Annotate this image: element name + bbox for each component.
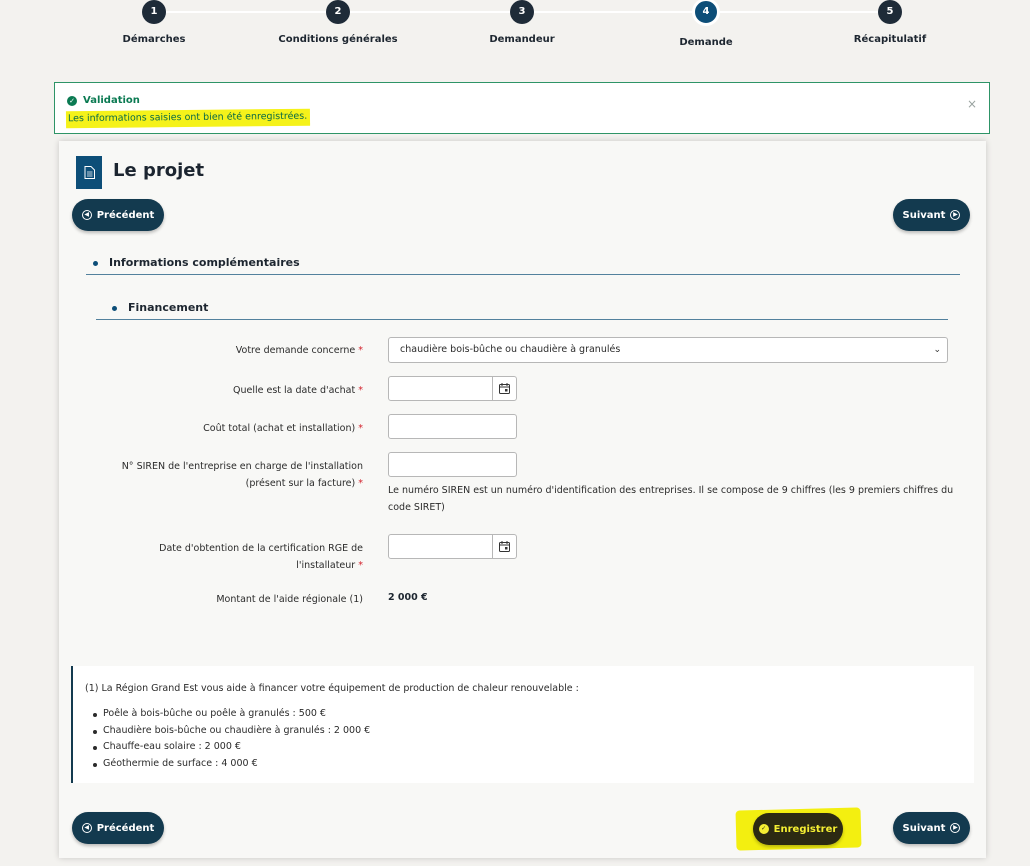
arrow-left-icon: ◀ xyxy=(81,210,92,220)
calendar-icon[interactable] xyxy=(492,377,516,400)
note-heading: (1) La Région Grand Est vous aide à fina… xyxy=(85,683,579,694)
previous-label: Précédent xyxy=(96,209,155,221)
arrow-right-icon: ▶ xyxy=(950,823,961,833)
required-mark: * xyxy=(358,385,363,396)
save-label: Enregistrer xyxy=(773,823,838,835)
step-4[interactable]: 4 Demande xyxy=(626,0,786,48)
step-1[interactable]: 1 Démarches xyxy=(74,0,234,45)
document-icon xyxy=(76,156,102,189)
purchase-date-field[interactable] xyxy=(388,376,517,401)
page-title: Le projet xyxy=(113,160,205,181)
step-1-number: 1 xyxy=(142,0,166,24)
step-3-label: Demandeur xyxy=(489,34,555,45)
required-mark: * xyxy=(358,423,363,434)
project-card: Le projet ◀ Précédent Suivant ▶ Informat… xyxy=(59,141,986,858)
step-4-label: Demande xyxy=(679,37,733,48)
step-3[interactable]: 3 Demandeur xyxy=(442,0,602,45)
rge-label-line2: l'installateur xyxy=(296,560,356,571)
rge-label: Date d'obtention de la certification RGE… xyxy=(159,540,363,574)
alert-title-text: Validation xyxy=(83,95,140,106)
step-3-number: 3 xyxy=(510,0,534,24)
siren-help-text: Le numéro SIREN est un numéro d'identifi… xyxy=(388,485,954,513)
step-5-label: Récapitulatif xyxy=(853,34,927,45)
step-2-label: Conditions générales xyxy=(278,34,398,45)
step-4-number: 4 xyxy=(692,0,720,26)
rge-label-line1: Date d'obtention de la certification RGE… xyxy=(159,543,363,554)
previous-label: Précédent xyxy=(96,822,155,834)
list-item: Géothermie de surface : 4 000 € xyxy=(92,756,370,773)
next-button-bottom[interactable]: Suivant ▶ xyxy=(893,812,970,844)
total-cost-label: Coût total (achat et installation) * xyxy=(203,420,363,437)
previous-button-bottom[interactable]: ◀ Précédent xyxy=(72,812,164,844)
check-circle-icon: ✓ xyxy=(67,95,77,106)
section-funding-heading: Financement xyxy=(111,301,209,314)
step-1-label: Démarches xyxy=(122,34,186,45)
total-cost-field[interactable] xyxy=(388,414,517,439)
section-info-heading: Informations complémentaires xyxy=(93,256,300,269)
chevron-down-icon: ⌄ xyxy=(933,345,941,355)
siren-label: N° SIREN de l'entreprise en charge de l'… xyxy=(122,458,363,492)
next-label: Suivant xyxy=(902,822,946,834)
arrow-left-icon: ◀ xyxy=(81,823,92,833)
save-button[interactable]: ✓ Enregistrer xyxy=(753,813,843,845)
required-mark: * xyxy=(358,478,363,489)
required-mark: * xyxy=(358,345,363,356)
aid-amount-label: Montant de l'aide régionale (1) xyxy=(216,594,363,605)
demand-label-text: Votre demande concerne xyxy=(235,345,356,356)
aid-amount-value: 2 000 € xyxy=(388,592,428,603)
list-item: Chaudière bois-bûche ou chaudière à gran… xyxy=(92,723,370,740)
calendar-icon[interactable] xyxy=(492,535,516,558)
alert-message: Les informations saisies ont bien été en… xyxy=(65,108,311,129)
step-2[interactable]: 2 Conditions générales xyxy=(258,0,418,45)
purchase-date-label: Quelle est la date d'achat * xyxy=(233,382,363,399)
aid-info-note: (1) La Région Grand Est vous aide à fina… xyxy=(71,666,974,783)
step-5[interactable]: 5 Récapitulatif xyxy=(810,0,970,45)
divider xyxy=(96,319,948,320)
step-2-number: 2 xyxy=(326,0,350,24)
aid-list: Poêle à bois-bûche ou poêle à granulés :… xyxy=(92,706,370,773)
progress-stepper: 1 Démarches 2 Conditions générales 3 Dem… xyxy=(0,0,1030,60)
purchase-date-label-text: Quelle est la date d'achat xyxy=(233,385,356,396)
required-mark: * xyxy=(358,560,363,571)
siren-label-line2: (présent sur la facture) xyxy=(245,478,356,489)
list-item: Poêle à bois-bûche ou poêle à granulés :… xyxy=(92,706,370,723)
divider xyxy=(86,274,960,275)
arrow-right-icon: ▶ xyxy=(950,210,961,220)
siren-field[interactable] xyxy=(388,452,517,477)
total-cost-label-text: Coût total (achat et installation) xyxy=(203,423,356,434)
step-5-number: 5 xyxy=(878,0,902,24)
next-label: Suivant xyxy=(902,209,946,221)
demand-select-value: chaudière bois-bûche ou chaudière à gran… xyxy=(400,344,621,355)
alert-title: ✓ Validation xyxy=(67,95,140,106)
check-circle-icon: ✓ xyxy=(758,824,769,834)
demand-label: Votre demande concerne * xyxy=(236,342,363,359)
rge-date-field[interactable] xyxy=(388,534,517,559)
list-item: Chauffe-eau solaire : 2 000 € xyxy=(92,739,370,756)
siren-label-line1: N° SIREN de l'entreprise en charge de l'… xyxy=(121,461,363,472)
next-button-top[interactable]: Suivant ▶ xyxy=(893,199,970,231)
close-icon[interactable]: × xyxy=(967,97,977,111)
demand-select[interactable]: chaudière bois-bûche ou chaudière à gran… xyxy=(388,337,948,363)
validation-alert: ✓ Validation Les informations saisies on… xyxy=(54,82,990,134)
previous-button-top[interactable]: ◀ Précédent xyxy=(72,199,164,231)
